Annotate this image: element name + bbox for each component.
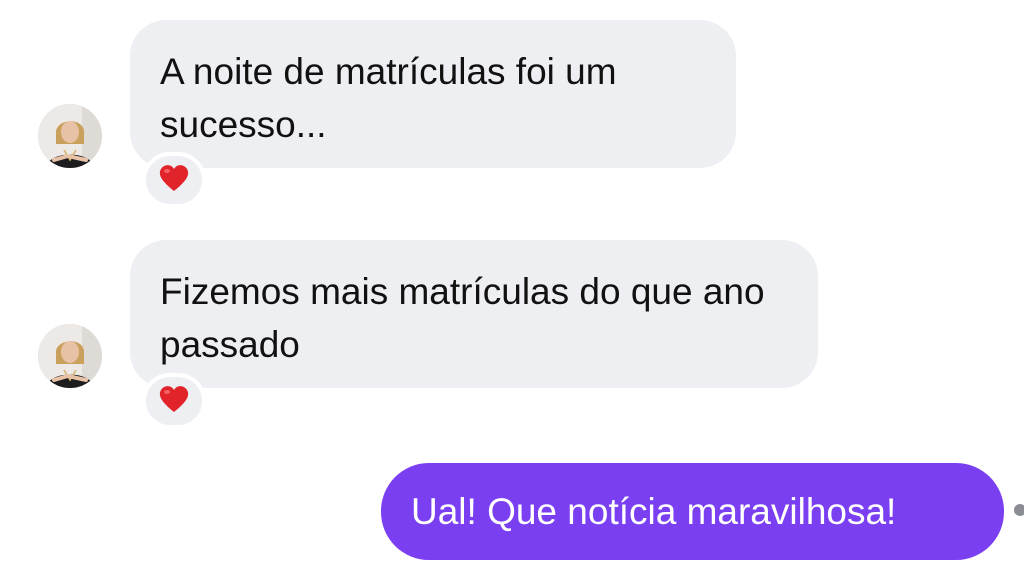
message-bubble[interactable]: A noite de matrículas foi um sucesso... <box>130 20 736 168</box>
message-text: Ual! Que notícia maravilhosa! <box>411 491 897 532</box>
outgoing-message-bubble[interactable]: Ual! Que notícia maravilhosa! <box>381 463 1004 560</box>
message-text: A noite de matrículas foi um sucesso... <box>160 51 617 145</box>
message-reaction[interactable] <box>142 152 206 208</box>
message-text: Fizemos mais matrículas do que ano passa… <box>160 271 765 365</box>
message-bubble[interactable]: Fizemos mais matrículas do que ano passa… <box>130 240 818 388</box>
sender-avatar[interactable] <box>38 104 102 168</box>
message-reaction[interactable] <box>142 373 206 429</box>
heart-icon <box>158 163 190 198</box>
heart-icon <box>158 384 190 419</box>
sender-avatar[interactable] <box>38 324 102 388</box>
message-status-indicator <box>1014 504 1024 516</box>
chat-thread: A noite de matrículas foi um sucesso... … <box>0 0 1024 575</box>
